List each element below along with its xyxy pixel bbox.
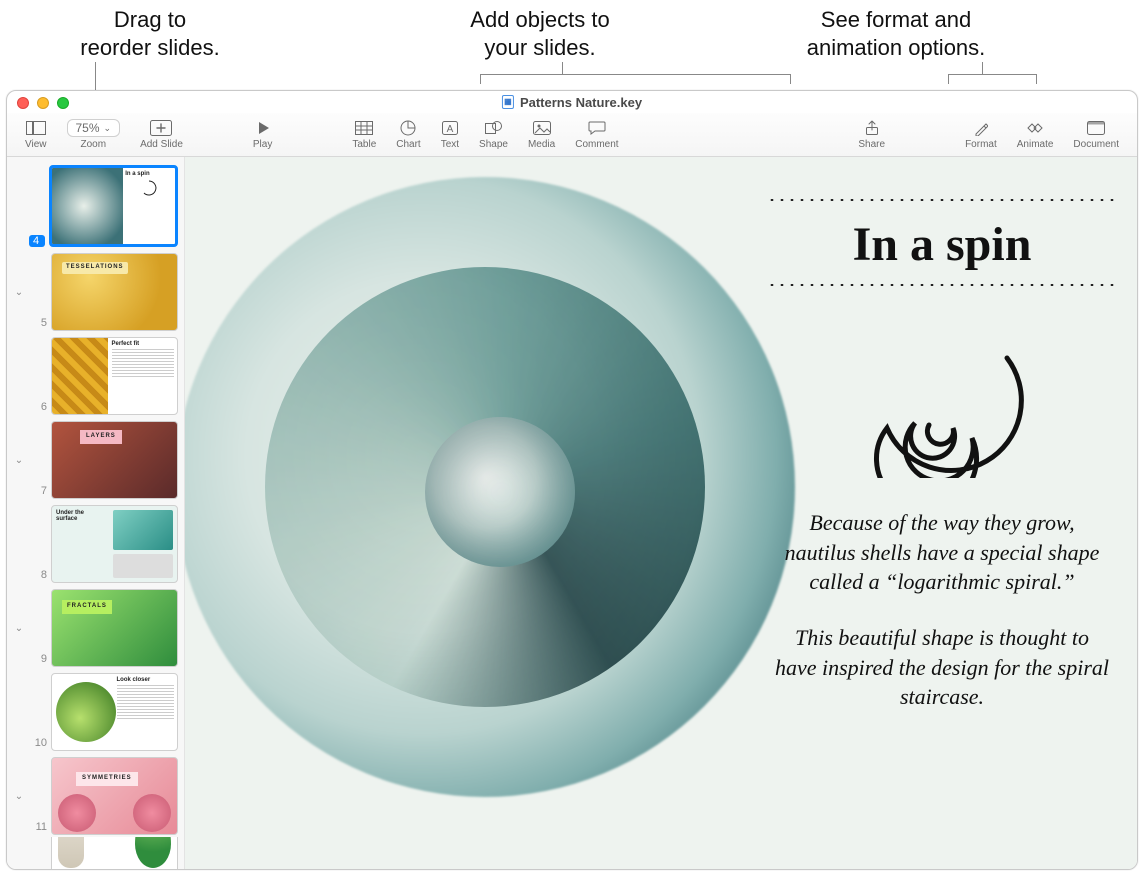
- text-icon: A: [442, 119, 458, 137]
- slide-canvas[interactable]: In a spin Because of the way they grow, …: [185, 157, 1137, 869]
- view-button[interactable]: View: [15, 115, 57, 155]
- chevron-down-icon: ⌄: [104, 123, 112, 134]
- slide-body-2[interactable]: This beautiful shape is thought to have …: [773, 623, 1111, 712]
- slide-thumb-7[interactable]: ⌄ 7 LAYERS: [7, 417, 184, 501]
- callout-add-objects: Add objects to your slides.: [440, 6, 640, 61]
- add-slide-button[interactable]: Add Slide: [130, 115, 193, 155]
- table-icon: [355, 119, 373, 137]
- slide-number: 7: [29, 485, 47, 499]
- callout-format: See format and animation options.: [756, 6, 1036, 61]
- slide-thumb-10[interactable]: 10 Look closer: [7, 669, 184, 753]
- fullscreen-icon[interactable]: [57, 97, 69, 109]
- format-icon: [974, 119, 988, 137]
- toolbar: View 75% ⌄ Zoom Add Slide Play: [7, 113, 1137, 157]
- share-button[interactable]: Share: [848, 115, 895, 155]
- chevron-down-icon[interactable]: ⌄: [13, 791, 25, 802]
- view-icon: [26, 119, 46, 137]
- minimize-icon[interactable]: [37, 97, 49, 109]
- play-button[interactable]: Play: [243, 115, 282, 155]
- keynote-window: ▦ Patterns Nature.key View 75% ⌄ Zoom: [6, 90, 1138, 870]
- slide-thumbnail[interactable]: Under the surface: [51, 505, 178, 583]
- share-icon: [865, 119, 879, 137]
- slide-thumb-12[interactable]: Mirror, mirror: [7, 837, 184, 869]
- slide-number: 6: [29, 401, 47, 415]
- slide-thumbnail[interactable]: TESSELATIONS: [51, 253, 178, 331]
- slide-thumb-9[interactable]: ⌄ 9 FRACTALS: [7, 585, 184, 669]
- slide-thumbnail[interactable]: In a spin: [49, 165, 178, 247]
- chart-icon: [400, 119, 416, 137]
- slide-thumbnail[interactable]: SYMMETRIES: [51, 757, 178, 835]
- slide-number: 9: [29, 653, 47, 667]
- comment-button[interactable]: Comment: [565, 115, 628, 155]
- slide-navigator[interactable]: 4 In a spin ⌄ 5 TESSELATIONS: [7, 157, 185, 869]
- play-icon: [256, 119, 270, 137]
- insert-group: Table Chart A Text Shape: [342, 115, 628, 155]
- media-icon: [533, 119, 551, 137]
- callout-reorder: Drag to reorder slides.: [60, 6, 240, 61]
- window-controls: [17, 97, 69, 109]
- slide-thumbnail[interactable]: LAYERS: [51, 421, 178, 499]
- chevron-down-icon[interactable]: ⌄: [13, 623, 25, 634]
- slide-thumb-6[interactable]: 6 Perfect fit: [7, 333, 184, 417]
- dotted-rule: [767, 197, 1117, 203]
- inspector-group: Format Animate Document: [955, 115, 1129, 155]
- table-button[interactable]: Table: [342, 115, 386, 155]
- zoom-button[interactable]: 75% ⌄ Zoom: [57, 115, 131, 155]
- slide-thumb-11[interactable]: ⌄ 11 SYMMETRIES: [7, 753, 184, 837]
- slide-text-column: In a spin Because of the way they grow, …: [767, 197, 1117, 738]
- slide-number: 5: [29, 317, 47, 331]
- shape-icon: [485, 119, 503, 137]
- text-button[interactable]: A Text: [431, 115, 469, 155]
- chart-button[interactable]: Chart: [386, 115, 430, 155]
- slide-thumbnail[interactable]: Mirror, mirror: [51, 837, 178, 869]
- animate-icon: [1025, 119, 1045, 137]
- spiral-icon: [857, 328, 1027, 478]
- slide-title[interactable]: In a spin: [767, 217, 1117, 272]
- close-icon[interactable]: [17, 97, 29, 109]
- comment-icon: [588, 119, 606, 137]
- document-title-text: Patterns Nature.key: [520, 95, 642, 110]
- document-panel-icon: [1087, 119, 1105, 137]
- dotted-rule: [767, 282, 1117, 288]
- slide-thumbnail[interactable]: Look closer: [51, 673, 178, 751]
- slide-body-1[interactable]: Because of the way they grow, nautilus s…: [773, 508, 1111, 597]
- chevron-down-icon[interactable]: ⌄: [13, 287, 25, 298]
- slide-thumb-8[interactable]: 8 Under the surface: [7, 501, 184, 585]
- media-button[interactable]: Media: [518, 115, 565, 155]
- plus-icon: [150, 119, 172, 137]
- document-button[interactable]: Document: [1063, 115, 1129, 155]
- animate-button[interactable]: Animate: [1007, 115, 1064, 155]
- slide-thumb-4[interactable]: 4 In a spin: [7, 161, 184, 249]
- chevron-down-icon[interactable]: ⌄: [13, 455, 25, 466]
- zoom-value: 75% ⌄: [67, 119, 121, 137]
- slide-thumbnail[interactable]: Perfect fit: [51, 337, 178, 415]
- format-button[interactable]: Format: [955, 115, 1007, 155]
- document-icon: ▦: [502, 95, 514, 109]
- slide-number: 11: [29, 821, 47, 835]
- svg-text:A: A: [447, 124, 454, 135]
- titlebar[interactable]: ▦ Patterns Nature.key: [7, 91, 1137, 113]
- slide-thumb-5[interactable]: ⌄ 5 TESSELATIONS: [7, 249, 184, 333]
- slide-number: 8: [29, 569, 47, 583]
- shape-button[interactable]: Shape: [469, 115, 518, 155]
- nautilus-image: [185, 157, 845, 869]
- slide-thumbnail[interactable]: FRACTALS: [51, 589, 178, 667]
- slide-number: 4: [29, 235, 45, 247]
- document-title: ▦ Patterns Nature.key: [502, 95, 642, 110]
- slide-number: 10: [29, 737, 47, 751]
